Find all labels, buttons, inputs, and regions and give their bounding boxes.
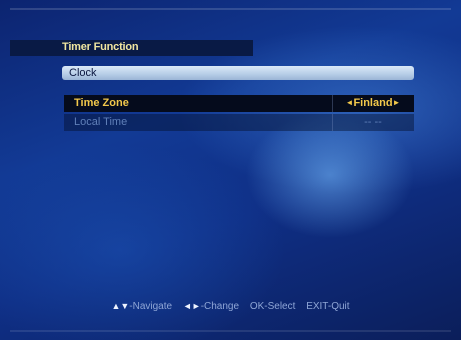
- change-hint: ◄►-Change: [183, 301, 239, 312]
- exit-hint: EXIT-Quit: [306, 301, 350, 312]
- up-down-arrows-icon: ▲▼: [111, 301, 130, 311]
- section-header-clock[interactable]: [62, 66, 414, 80]
- time-zone-label: Time Zone: [74, 97, 129, 109]
- change-label: -Change: [200, 301, 240, 312]
- bottom-divider: [10, 330, 451, 332]
- right-arrow-icon[interactable]: ►: [393, 98, 401, 107]
- left-right-arrows-icon: ◄►: [182, 301, 201, 311]
- local-time-value: -- --: [364, 116, 382, 128]
- local-time-label: Local Time: [74, 116, 128, 128]
- navigate-label: -Navigate: [129, 301, 173, 312]
- menu-row-time-zone[interactable]: Time Zone ◄Finland►: [64, 95, 414, 112]
- top-divider: [10, 8, 451, 10]
- time-zone-selector[interactable]: ◄Finland►: [332, 97, 414, 109]
- page-title: Timer Function: [62, 41, 139, 53]
- time-zone-value: Finland: [353, 97, 393, 109]
- key-hint-bar: ▲▼-Navigate ◄►-Change OK-Select EXIT-Qui…: [0, 301, 461, 312]
- select-hint: OK-Select: [249, 301, 296, 312]
- navigate-hint: ▲▼-Navigate: [111, 301, 172, 312]
- menu-row-local-time[interactable]: Local Time -- --: [64, 114, 414, 131]
- section-header-label: Clock: [69, 67, 97, 79]
